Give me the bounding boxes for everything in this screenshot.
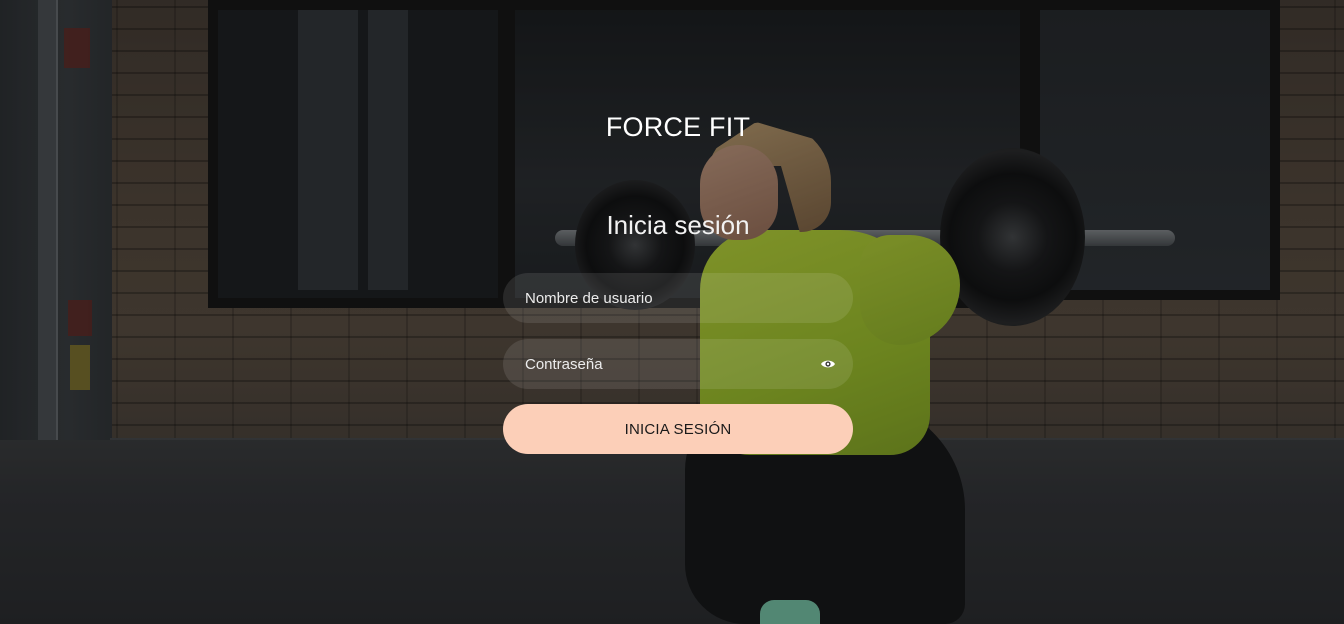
login-page: FORCE FIT Inicia sesión INICIA SESIÓN [0,0,1344,624]
username-field[interactable] [503,272,853,324]
eye-icon[interactable] [820,356,836,372]
username-input[interactable] [523,272,833,324]
login-heading: Inicia sesión [606,210,750,240]
login-submit-button[interactable]: INICIA SESIÓN [503,404,853,454]
password-input[interactable] [523,338,833,390]
brand-title: FORCE FIT [605,112,751,142]
password-field[interactable] [503,338,853,390]
